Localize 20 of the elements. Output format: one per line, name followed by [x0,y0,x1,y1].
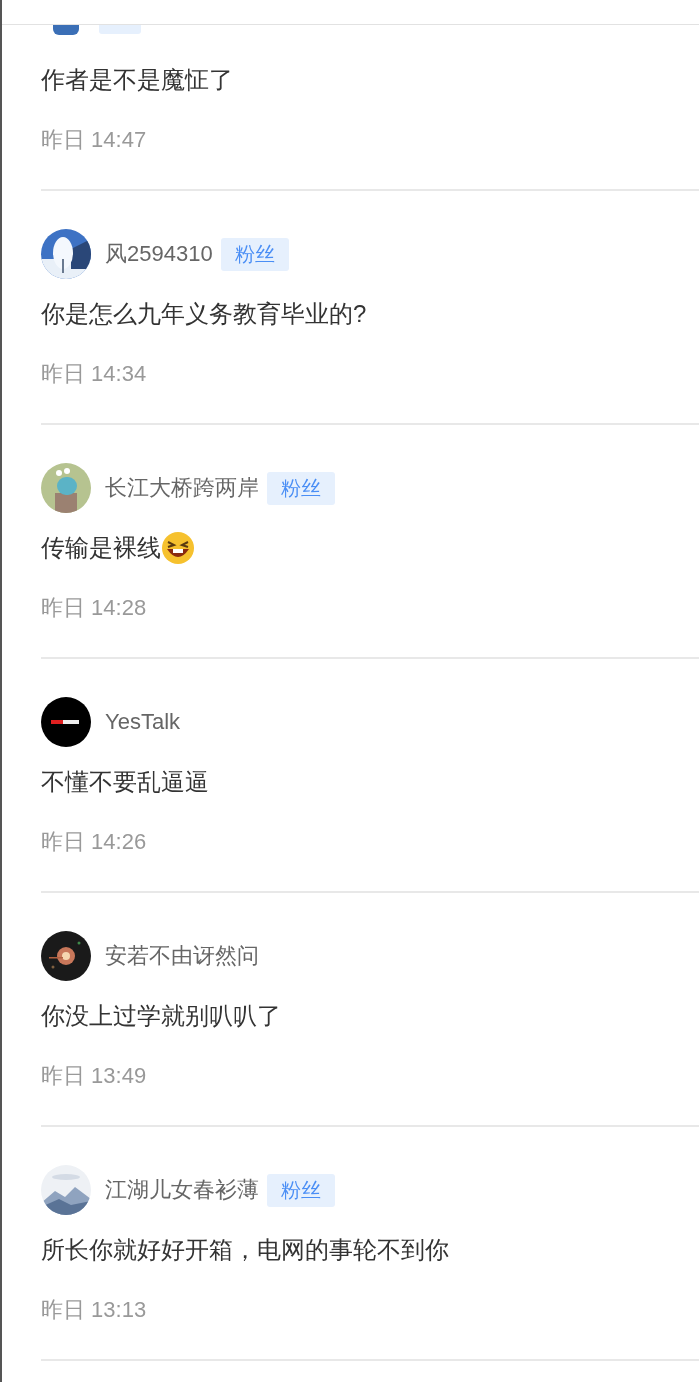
username[interactable]: 长江大桥跨两岸 [105,473,259,503]
username[interactable]: 安若不由讶然问 [105,941,259,971]
username[interactable]: 风2594310 [105,239,213,269]
username[interactable]: YesTalk [105,709,180,735]
comment-text: 所长你就好好开箱，电网的事轮不到你 [41,1235,449,1265]
comment-text: 不懂不要乱逼逼 [41,767,209,797]
comment-text: 作者是不是魔怔了 [41,65,233,95]
comment-time: 昨日 14:34 [41,360,148,388]
username[interactable]: 江湖儿女春衫薄 [105,1175,259,1205]
comment-text: 你是怎么九年义务教育毕业的? [41,299,367,329]
comment-text: 你没上过学就别叭叭了 [41,1001,281,1031]
comment-text: 传输是裸线 [41,533,161,563]
comment-time: 昨日 13:13 [41,1296,148,1324]
comment-time: 昨日 13:49 [41,1062,148,1090]
fan-badge: 粉丝 [267,1173,335,1207]
fan-badge: 粉丝 [220,237,289,271]
fan-badge: 粉丝 [267,471,335,505]
comment-time: 昨日 14:28 [41,594,148,622]
comment-time: 昨日 14:26 [41,828,148,856]
comment-time: 昨日 14:47 [41,126,148,154]
